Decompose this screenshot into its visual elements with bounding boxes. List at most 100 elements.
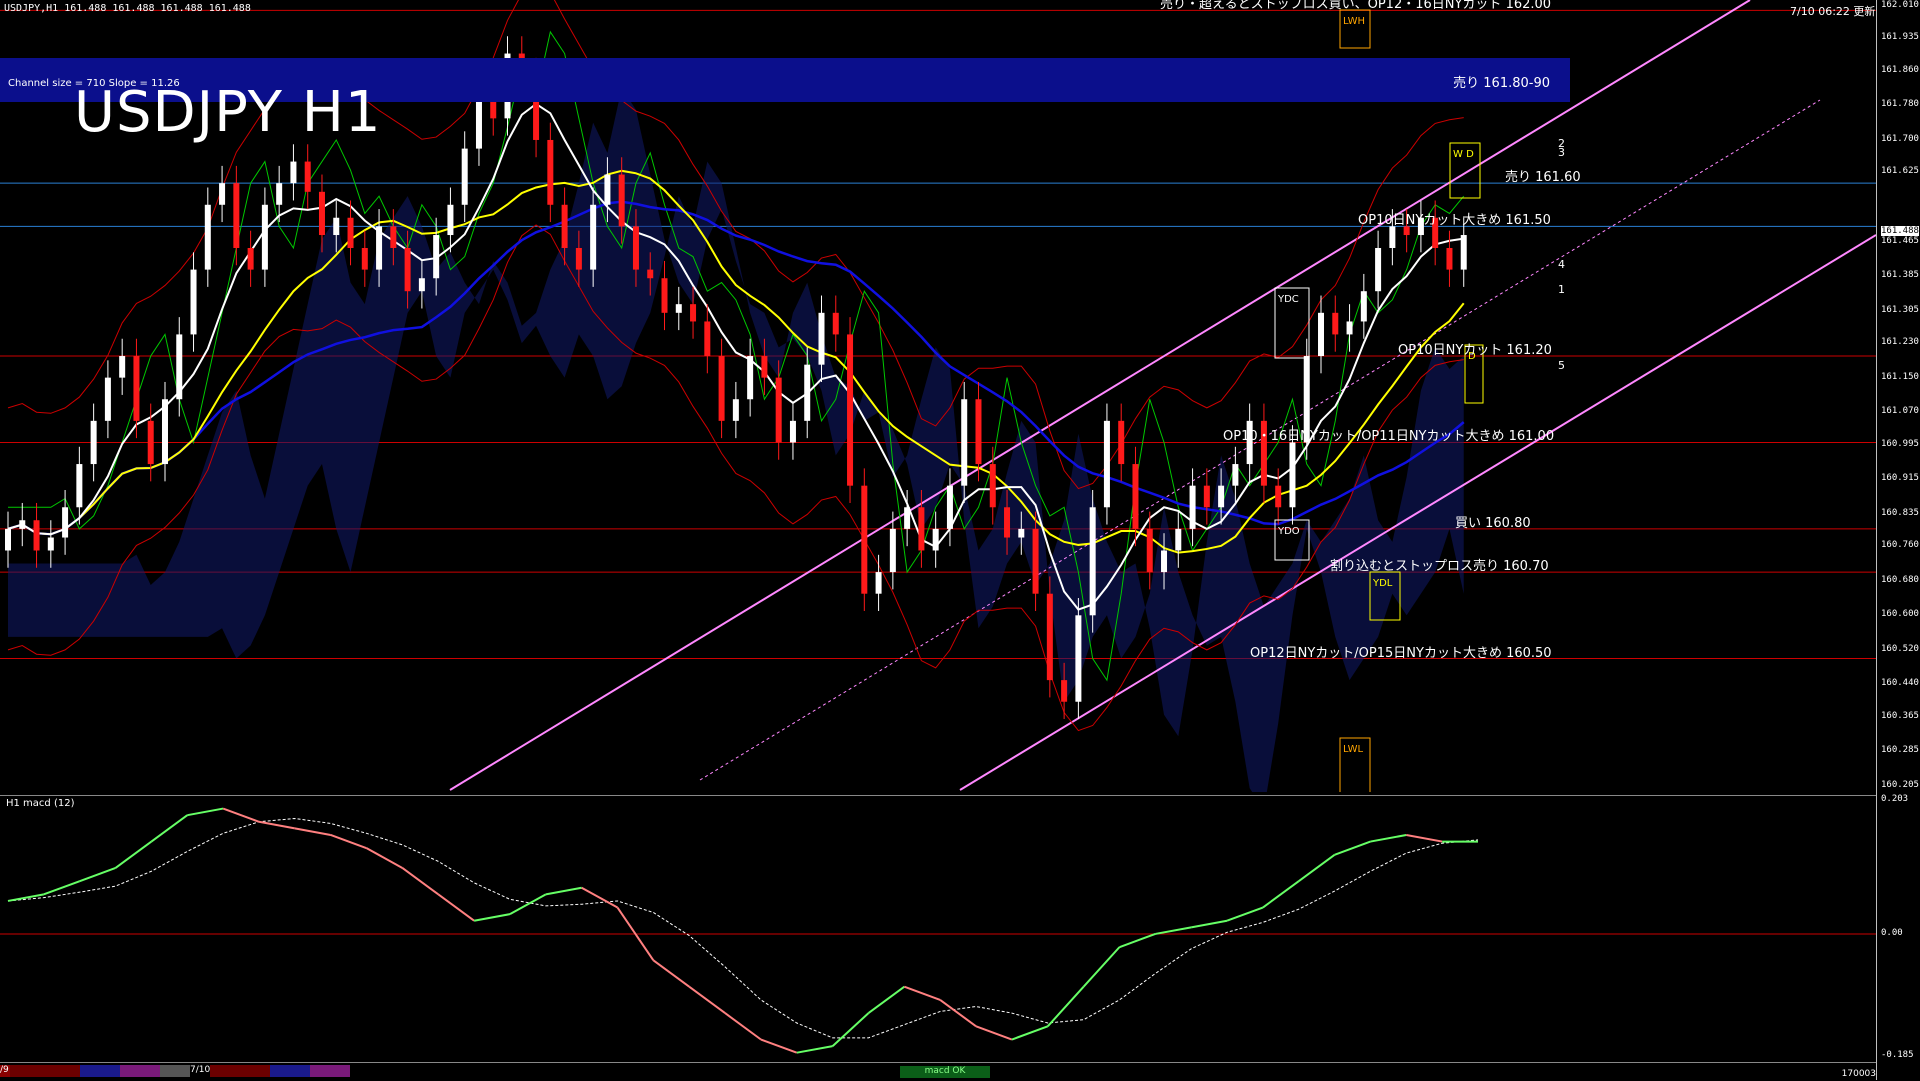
candle-body: [347, 217, 354, 248]
candle-body: [1061, 680, 1068, 702]
macd-segment: [545, 886, 582, 896]
macd-segment: [1334, 840, 1371, 856]
candle-body: [1075, 615, 1082, 702]
candle-body: [547, 139, 554, 205]
candle-body: [1446, 247, 1453, 270]
candle-body: [875, 572, 882, 594]
macd-signal-line: [7, 817, 1479, 1039]
candle-body: [161, 399, 168, 465]
candle-body: [761, 356, 768, 378]
macd-segment: [688, 985, 726, 1014]
level-label: OP12日NYカット/OP15日NYカット大きめ 160.50: [1250, 645, 1552, 661]
candle-body: [33, 520, 40, 551]
level-label: OP10・16日NYカット/OP11日NYカット大きめ 161.00: [1223, 429, 1555, 445]
candle-body: [1161, 550, 1168, 573]
marker-label: LWH: [1343, 16, 1365, 27]
macd-segment: [150, 814, 188, 843]
macd-separator: [0, 795, 1876, 796]
macd-segment: [1155, 926, 1192, 935]
price-axis-label: 161.780: [1881, 99, 1919, 110]
macd-segment: [1226, 906, 1264, 922]
macd-segment: [222, 807, 260, 823]
macd-status-tag: macd OK: [900, 1066, 990, 1078]
candle-body: [690, 304, 697, 322]
price-axis-label: 160.680: [1881, 574, 1919, 585]
candle-body: [133, 356, 140, 421]
price-axis-label: 161.305: [1881, 304, 1919, 315]
macd-chart[interactable]: [0, 795, 1876, 1061]
day-seg: [310, 1065, 350, 1077]
macd-segment: [1262, 880, 1300, 909]
candle-body: [989, 464, 996, 508]
candle-body: [775, 377, 782, 443]
candle-body: [1103, 420, 1110, 508]
candle-body: [261, 204, 268, 270]
candle-body: [1132, 464, 1139, 529]
candle-body: [376, 226, 383, 270]
candle-body: [19, 520, 26, 529]
date-label: 7/10: [190, 1065, 211, 1075]
candle-body: [361, 247, 368, 270]
sell-zone-label: 売り 161.80-90: [1453, 76, 1550, 91]
price-axis-label: 160.440: [1881, 678, 1919, 689]
price-axis-label: 160.600: [1881, 609, 1919, 620]
macd-segment: [796, 1045, 833, 1054]
candle-body: [404, 247, 411, 292]
candle-body: [747, 356, 754, 400]
price-axis-label: 161.860: [1881, 64, 1919, 75]
price-axis-label: 161.488: [1881, 225, 1919, 236]
candle-body: [304, 161, 311, 192]
day-seg: [80, 1065, 120, 1077]
update-timestamp: 7/10 06:22 更新: [1790, 5, 1876, 18]
candle-body: [704, 321, 711, 357]
macd-segment: [1298, 853, 1336, 882]
level-label: 買い 160.80: [1455, 515, 1531, 531]
candle-body: [47, 537, 54, 551]
candle-body: [604, 174, 611, 205]
candle-body: [961, 399, 968, 486]
price-axis-label: 160.520: [1881, 643, 1919, 654]
macd-segment: [939, 999, 977, 1028]
macd-segment: [903, 985, 941, 1001]
macd-segment: [187, 807, 224, 817]
price-axis-label: 162.010: [1881, 0, 1919, 10]
candle-body: [675, 304, 682, 313]
macd-title: H1 macd (12): [6, 798, 75, 809]
candle-body: [847, 334, 854, 486]
candle-body: [1004, 507, 1011, 538]
macd-segment: [724, 1012, 762, 1041]
level-label: OP10日NYカット 161.20: [1398, 343, 1552, 359]
candle-body: [119, 356, 126, 378]
macd-segment: [43, 880, 81, 896]
macd-axis-label: 0.00: [1881, 927, 1903, 938]
price-axis-label: 160.285: [1881, 745, 1919, 756]
macd-segment: [366, 847, 403, 869]
macd-segment: [1047, 986, 1085, 1027]
candle-body: [1118, 420, 1125, 465]
candle-body: [461, 148, 468, 205]
candle-body: [390, 226, 397, 248]
candle-body: [418, 278, 425, 292]
candle-body: [1032, 528, 1039, 594]
marker-label: LWL: [1343, 744, 1364, 755]
candle-body: [1203, 485, 1210, 508]
marker-label: W D: [1453, 149, 1474, 160]
candle-body: [1318, 312, 1325, 357]
macd-segment: [294, 827, 331, 836]
candle-body: [804, 364, 811, 421]
candle-body: [661, 278, 668, 313]
candle-body: [1189, 485, 1196, 529]
candle-body: [147, 420, 154, 465]
macd-segment: [79, 867, 116, 883]
candle-body: [946, 485, 953, 529]
price-axis-label: 161.935: [1881, 32, 1919, 43]
channel-tag: 4: [1558, 258, 1565, 271]
time-axis-bar: /9 7/10 macd OK 170003: [0, 1062, 1876, 1081]
candle-body: [561, 204, 568, 248]
candle-body: [789, 420, 796, 443]
candle-body: [233, 183, 240, 248]
candle-body: [1289, 442, 1296, 508]
day-seg: [270, 1065, 310, 1077]
candle-body: [1460, 235, 1467, 270]
channel-upper-line: [449, 0, 1751, 791]
